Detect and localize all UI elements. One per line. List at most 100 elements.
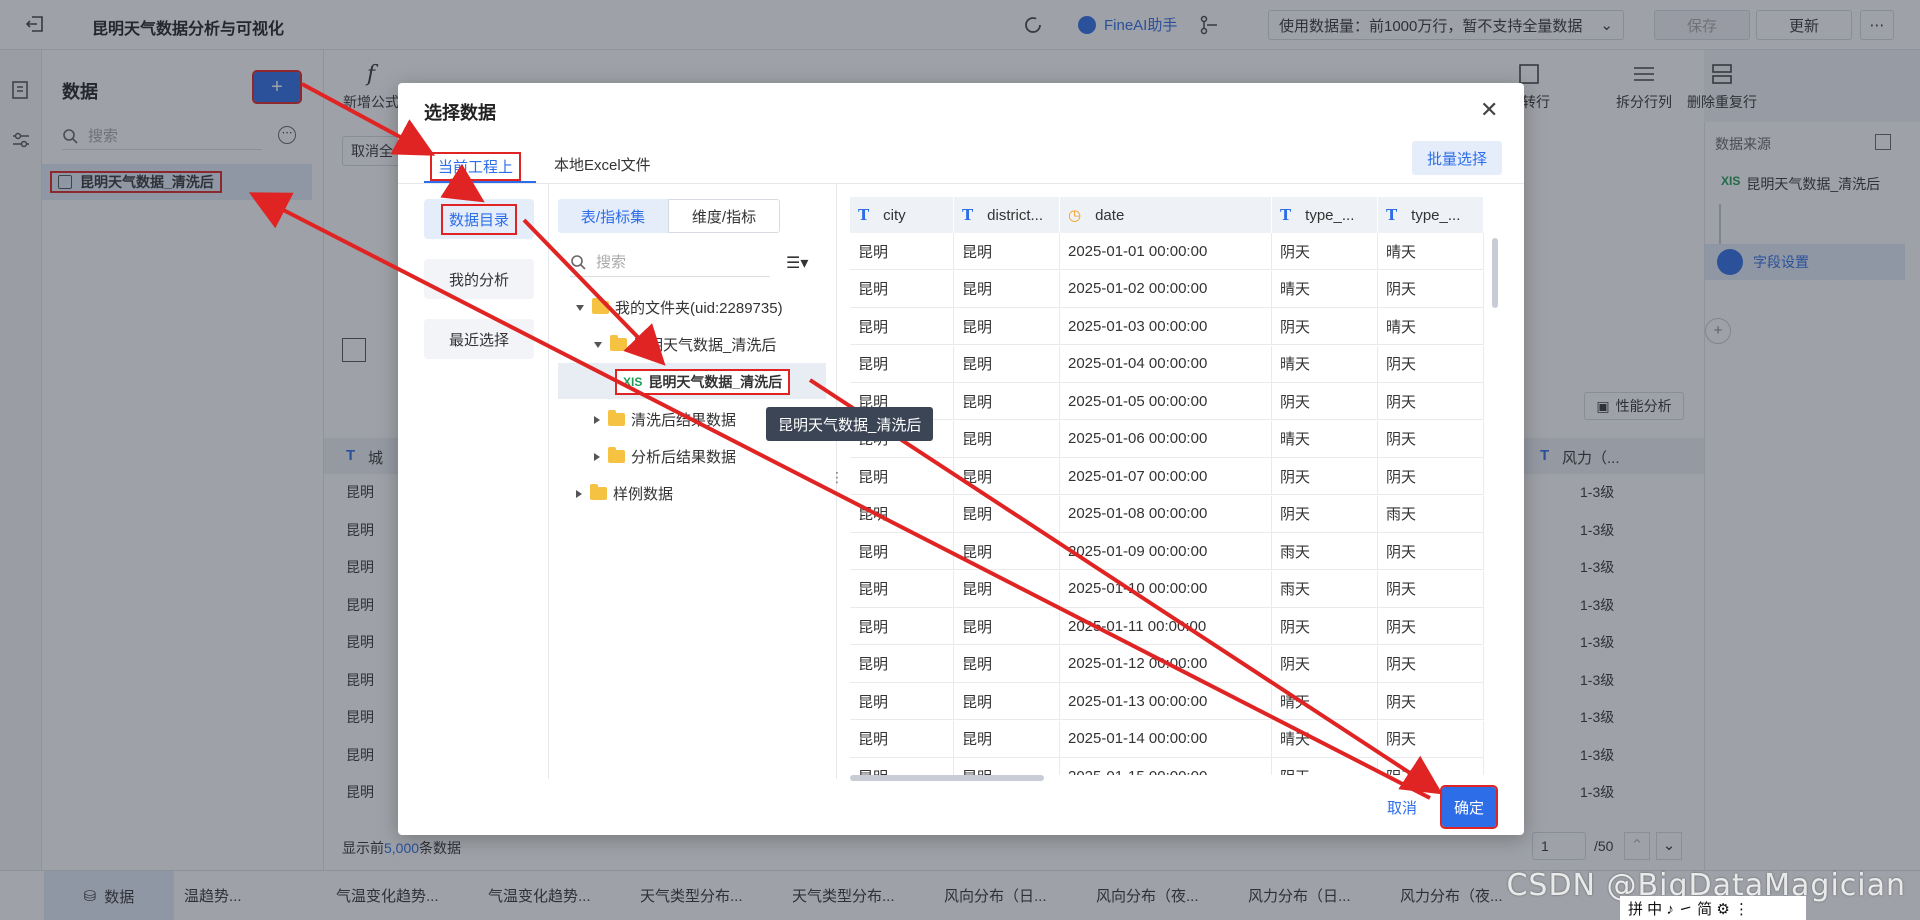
preview-cell: 阴天	[1378, 533, 1484, 570]
filter-icon[interactable]: ☰▾	[786, 253, 808, 273]
preview-cell: 昆明	[850, 233, 954, 270]
preview-cell: 阴天	[1378, 383, 1484, 420]
preview-cell: 昆明	[954, 720, 1060, 758]
preview-cell: 昆明	[954, 383, 1060, 420]
text-type-icon: T	[858, 206, 870, 224]
preview-cell: 晴天	[1378, 308, 1484, 345]
preview-cell: 昆明	[954, 495, 1060, 533]
preview-cell: 昆明	[850, 308, 954, 345]
preview-scrollbar[interactable]	[1492, 238, 1498, 308]
text-type-icon: T	[1386, 206, 1398, 224]
preview-cell: 昆明	[954, 233, 1060, 270]
preview-cell: 2025-01-15 00:00:00	[1060, 758, 1272, 775]
preview-cell: 昆明	[954, 570, 1060, 608]
ime-toolbar[interactable]: 拼 中 ♪ ㇀ 简 ⚙ ⋮	[1620, 896, 1806, 920]
preview-cell: 2025-01-09 00:00:00	[1060, 533, 1272, 570]
preview-cell: 2025-01-11 00:00:00	[1060, 608, 1272, 645]
preview-cell: 晴天	[1272, 345, 1378, 383]
preview-cell: 昆明	[954, 458, 1060, 495]
preview-cell: 阴天	[1272, 645, 1378, 683]
preview-cell: 2025-01-13 00:00:00	[1060, 683, 1272, 720]
preview-cell: 晴天	[1272, 270, 1378, 308]
folder-icon	[592, 298, 609, 314]
confirm-button[interactable]: 确定	[1440, 785, 1498, 829]
preview-cell: 2025-01-07 00:00:00	[1060, 458, 1272, 495]
tree-file[interactable]: XIS 昆明天气数据_清洗后	[615, 369, 791, 395]
preview-cell: 晴天	[1272, 420, 1378, 458]
preview-cell: 阴天	[1272, 608, 1378, 645]
nav-my-analysis[interactable]: 我的分析	[424, 259, 534, 299]
preview-cell: 2025-01-01 00:00:00	[1060, 233, 1272, 270]
preview-cell: 2025-01-03 00:00:00	[1060, 308, 1272, 345]
preview-cell: 昆明	[954, 608, 1060, 645]
preview-col-header[interactable]: Tdistrict...	[954, 197, 1060, 233]
preview-cell: 昆明	[850, 645, 954, 683]
preview-cell: 阴天	[1378, 720, 1484, 758]
preview-cell: 2025-01-10 00:00:00	[1060, 570, 1272, 608]
folder-icon	[608, 410, 625, 426]
preview-cell: 2025-01-05 00:00:00	[1060, 383, 1272, 420]
preview-cell: 阴天	[1378, 645, 1484, 683]
seg-dimension[interactable]: 维度/指标	[668, 199, 780, 233]
preview-cell: 昆明	[850, 458, 954, 495]
preview-cell: 阴天	[1378, 270, 1484, 308]
clock-icon: ◷	[1068, 206, 1082, 224]
preview-col-header[interactable]: Ttype_...	[1378, 197, 1484, 233]
folder-icon	[610, 335, 627, 351]
preview-cell: 阴天	[1378, 458, 1484, 495]
dialog-title: 选择数据	[424, 103, 496, 123]
tab-local-excel[interactable]: 本地Excel文件	[554, 154, 651, 175]
preview-col-header[interactable]: Tcity	[850, 197, 954, 233]
file-tooltip: 昆明天气数据_清洗后	[766, 407, 934, 441]
preview-cell: 昆明	[954, 645, 1060, 683]
preview-cell: 雨天	[1272, 570, 1378, 608]
nav-data-catalog[interactable]: 数据目录	[424, 199, 534, 239]
tree-my-folder[interactable]: 我的文件夹(uid:2289735)	[576, 297, 783, 318]
text-type-icon: T	[962, 206, 974, 224]
preview-cell: 2025-01-04 00:00:00	[1060, 345, 1272, 383]
preview-cell: 昆明	[850, 345, 954, 383]
preview-col-header[interactable]: Ttype_...	[1272, 197, 1378, 233]
preview-cell: 雨天	[1378, 495, 1484, 533]
preview-cell: 阴天	[1378, 345, 1484, 383]
cancel-button[interactable]: 取消	[1376, 789, 1428, 825]
preview-cell: 阴天	[1272, 308, 1378, 345]
resize-handle-icon[interactable]: ⋮	[830, 469, 844, 486]
tree-samples[interactable]: 样例数据	[576, 483, 673, 504]
excel-icon: XIS	[623, 375, 643, 389]
close-icon[interactable]: ✕	[1480, 97, 1498, 123]
tab-current-project[interactable]: 当前工程上	[430, 152, 522, 181]
tree-search[interactable]: 搜索	[570, 247, 770, 277]
seg-table-set[interactable]: 表/指标集	[558, 199, 668, 233]
tree-analyzed[interactable]: 分析后结果数据	[594, 446, 736, 467]
nav-recent[interactable]: 最近选择	[424, 319, 534, 359]
preview-cell: 昆明	[850, 570, 954, 608]
preview-cell: 阴天	[1272, 233, 1378, 270]
preview-cell: 昆明	[850, 533, 954, 570]
preview-cell: 昆明	[954, 308, 1060, 345]
batch-select-button[interactable]: 批量选择	[1412, 141, 1502, 175]
preview-cell: 晴天	[1378, 233, 1484, 270]
preview-h-scrollbar[interactable]	[850, 775, 1044, 781]
folder-icon	[608, 447, 625, 463]
preview-cell: 昆明	[954, 270, 1060, 308]
preview-cell: 昆明	[850, 720, 954, 758]
tree-sub-folder[interactable]: 昆明天气数据_清洗后	[594, 334, 776, 355]
preview-cell: 昆明	[954, 345, 1060, 383]
preview-col-header[interactable]: ◷ date	[1060, 197, 1272, 233]
preview-cell: 昆明	[954, 758, 1060, 775]
preview-cell: 阴天	[1272, 383, 1378, 420]
preview-cell: 阴天	[1378, 570, 1484, 608]
preview-cell: 昆明	[850, 758, 954, 775]
preview-cell: 昆明	[850, 495, 954, 533]
preview-cell: 2025-01-08 00:00:00	[1060, 495, 1272, 533]
preview-cell: 阴天	[1272, 458, 1378, 495]
preview-cell: 雨天	[1272, 533, 1378, 570]
preview-cell: 晴天	[1272, 720, 1378, 758]
preview-cell: 阴天	[1378, 420, 1484, 458]
preview-cell: 阴天	[1378, 608, 1484, 645]
preview-cell: 2025-01-12 00:00:00	[1060, 645, 1272, 683]
preview-cell: 阴天	[1378, 758, 1484, 775]
tree-cleaned[interactable]: 清洗后结果数据	[594, 409, 736, 430]
preview-cell: 昆明	[954, 420, 1060, 458]
